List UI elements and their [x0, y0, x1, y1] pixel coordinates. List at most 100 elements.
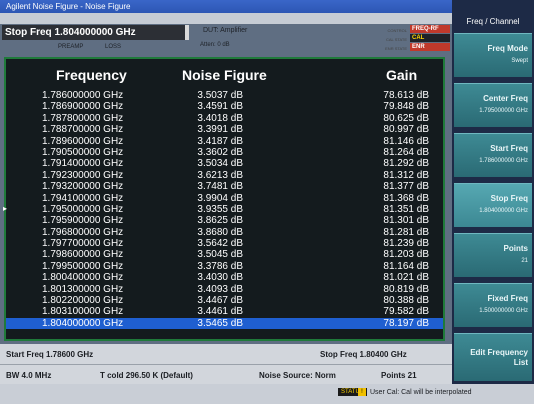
window-title: Agilent Noise Figure - Noise Figure	[0, 0, 452, 13]
table-row[interactable]: 1.796800000 GHz 3.8680 dB 81.281 dB	[6, 227, 443, 238]
table-row[interactable]: 1.795900000 GHz 3.8625 dB 81.301 dB	[6, 215, 443, 226]
noise-figure-cell: 3.4591 dB	[197, 101, 243, 113]
freq-mode-softkey[interactable]: Freq Mode Swept	[454, 33, 532, 77]
mouse-cursor-icon: ▸	[3, 204, 8, 213]
table-row[interactable]: 1.787800000 GHz 3.4018 dB 80.625 dB	[6, 113, 443, 124]
points-softkey[interactable]: Points 21	[454, 233, 532, 277]
frequency-cell: 1.786000000 GHz	[42, 90, 124, 101]
noise-source-readout: Noise Source: Norm	[259, 371, 336, 380]
frequency-cell: 1.788700000 GHz	[42, 124, 124, 136]
dut-label: DUT: Amplifier	[203, 27, 248, 34]
gain-cell: 78.197 dB	[383, 317, 429, 329]
preamp-label: PREAMP	[58, 44, 84, 50]
gain-cell: 81.021 dB	[383, 272, 429, 284]
table-row[interactable]: 1.804000000 GHz 3.5465 dB 78.197 dB	[6, 317, 443, 330]
results-table-body: 1.786000000 GHz 3.5037 dB 78.613 dB 1.78690…	[6, 90, 443, 330]
table-row[interactable]: 1.786900000 GHz 3.4591 dB 79.848 dB	[6, 101, 443, 112]
gain-cell: 79.848 dB	[383, 101, 429, 113]
state-badges: FREQ-RF CAL ENR	[410, 25, 450, 52]
table-row[interactable]: 1.791400000 GHz 3.5034 dB 81.292 dB	[6, 158, 443, 169]
softkey-value: Swept	[511, 58, 528, 64]
center-freq-softkey[interactable]: Center Freq 1.795000000 GHz	[454, 83, 532, 127]
table-row[interactable]: 1.792300000 GHz 3.6213 dB 81.312 dB	[6, 170, 443, 181]
frequency-cell: 1.800400000 GHz	[42, 272, 124, 284]
frequency-cell: 1.789600000 GHz	[42, 135, 124, 147]
gain-cell: 80.625 dB	[383, 112, 429, 124]
noise-figure-cell: 3.7481 dB	[197, 181, 243, 193]
frequency-cell: 1.792300000 GHz	[42, 169, 124, 181]
bandwidth-readout: BW 4.0 MHz	[6, 371, 52, 380]
cal-badge: CAL	[410, 34, 450, 42]
gain-cell: 78.613 dB	[383, 90, 429, 101]
frequency-cell: 1.803100000 GHz	[42, 306, 124, 318]
fixed-freq-softkey[interactable]: Fixed Freq 1.500000000 GHz	[454, 283, 532, 327]
gain-cell: 81.377 dB	[383, 181, 429, 193]
gain-cell: 80.997 dB	[383, 124, 429, 136]
frequency-cell: 1.793200000 GHz	[42, 181, 124, 193]
gain-cell: 81.146 dB	[383, 135, 429, 147]
noise-figure-cell: 3.4030 dB	[197, 272, 243, 284]
enr-state-label: ENR STATE	[385, 46, 407, 51]
softkey-label: Center Freq	[483, 94, 528, 103]
enr-badge: ENR	[410, 43, 450, 51]
table-row[interactable]: 1.794100000 GHz 3.9904 dB 81.368 dB	[6, 193, 443, 204]
softkey-label: Freq Mode	[487, 44, 528, 53]
table-row[interactable]: 1.799500000 GHz 3.3786 dB 81.164 dB	[6, 261, 443, 272]
top-status-row	[0, 13, 452, 24]
noise-figure-cell: 3.5642 dB	[197, 238, 243, 250]
gain-cell: 81.239 dB	[383, 238, 429, 250]
noise-figure-cell: 3.9904 dB	[197, 192, 243, 204]
table-row[interactable]: 1.798600000 GHz 3.5045 dB 81.203 dB	[6, 249, 443, 260]
table-row[interactable]: 1.790500000 GHz 3.3602 dB 81.264 dB	[6, 147, 443, 158]
start-freq-softkey[interactable]: Start Freq 1.786000000 GHz	[454, 133, 532, 177]
gain-cell: 81.301 dB	[383, 215, 429, 227]
noise-figure-cell: 3.5034 dB	[197, 158, 243, 170]
table-row[interactable]: 1.803100000 GHz 3.4461 dB 79.582 dB	[6, 306, 443, 317]
frequency-cell: 1.786900000 GHz	[42, 101, 124, 113]
gain-cell: 81.351 dB	[383, 203, 429, 215]
start-freq-readout: Start Freq 1.78600 GHz	[6, 350, 94, 359]
gain-cell: 81.312 dB	[383, 169, 429, 181]
status-bar: STATUS ! User Cal: Cal will be interpola…	[0, 384, 534, 404]
table-row[interactable]: 1.788700000 GHz 3.3991 dB 80.997 dB	[6, 124, 443, 135]
cal-state-label: CAL STATE	[385, 37, 407, 42]
stop-freq-readout: Stop Freq 1.80400 GHz	[320, 350, 407, 359]
noise-figure-cell: 3.8625 dB	[197, 215, 243, 227]
noise-figure-cell: 3.9355 dB	[197, 203, 243, 215]
edit-frequency-list-softkey[interactable]: Edit Frequency List	[454, 333, 532, 381]
table-row[interactable]: 1.802200000 GHz 3.4467 dB 80.388 dB	[6, 295, 443, 306]
table-row[interactable]: 1.793200000 GHz 3.7481 dB 81.377 dB	[6, 181, 443, 192]
stop-freq-softkey[interactable]: Stop Freq 1.804000000 GHz	[454, 183, 532, 227]
softkey-menu-title: Freq / Channel	[452, 13, 534, 31]
softkey-label: Edit Frequency List	[470, 348, 528, 367]
freq-rf-badge: FREQ-RF	[410, 25, 450, 33]
table-row[interactable]: 1.800400000 GHz 3.4030 dB 81.021 dB	[6, 272, 443, 283]
noise-figure-header: Noise Figure	[182, 67, 267, 83]
frequency-cell: 1.795900000 GHz	[42, 215, 124, 227]
noise-figure-cell: 3.4018 dB	[197, 112, 243, 124]
frequency-cell: 1.798600000 GHz	[42, 249, 124, 261]
frequency-cell: 1.797700000 GHz	[42, 238, 124, 250]
noise-figure-cell: 3.8680 dB	[197, 226, 243, 238]
gain-cell: 80.388 dB	[383, 295, 429, 307]
frequency-cell: 1.795000000 GHz	[42, 203, 124, 215]
table-row[interactable]: 1.795000000 GHz 3.9355 dB 81.351 dB	[6, 204, 443, 215]
frequency-cell: 1.787800000 GHz	[42, 112, 124, 124]
softkey-label: Stop Freq	[490, 194, 528, 203]
noise-figure-cell: 3.3786 dB	[197, 260, 243, 272]
t-cold-readout: T cold 296.50 K (Default)	[100, 371, 193, 380]
atten-label: Atten: 0 dB	[200, 42, 230, 48]
frequency-cell: 1.802200000 GHz	[42, 295, 124, 307]
table-row[interactable]: 1.786000000 GHz 3.5037 dB 78.613 dB	[6, 90, 443, 101]
table-row[interactable]: 1.797700000 GHz 3.5642 dB 81.239 dB	[6, 238, 443, 249]
table-row[interactable]: 1.789600000 GHz 3.4187 dB 81.146 dB	[6, 136, 443, 147]
gain-cell: 80.819 dB	[383, 283, 429, 295]
softkey-label: Points	[503, 244, 528, 253]
active-parameter-bar	[185, 25, 189, 40]
table-row[interactable]: 1.801300000 GHz 3.4093 dB 80.819 dB	[6, 284, 443, 295]
noise-figure-cell: 3.4467 dB	[197, 295, 243, 307]
noise-figure-cell: 3.5045 dB	[197, 249, 243, 261]
frequency-header: Frequency	[56, 67, 127, 83]
softkey-value: 1.795000000 GHz	[479, 108, 528, 114]
active-parameter-display: Stop Freq 1.804000000 GHz	[2, 25, 185, 40]
